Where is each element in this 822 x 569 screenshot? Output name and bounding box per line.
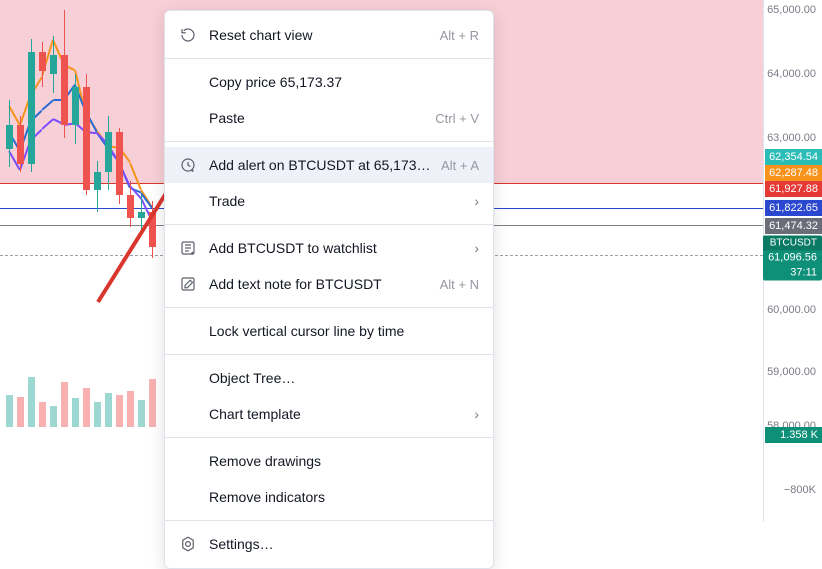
watchlist-icon — [177, 237, 199, 259]
volume-bar — [61, 382, 68, 427]
candlestick — [61, 10, 68, 138]
candlestick — [138, 195, 145, 235]
price-axis[interactable]: 65,000.00 64,000.00 63,000.00 60,000.00 59,0… — [763, 0, 822, 522]
candlestick — [72, 74, 79, 144]
menu-item-label: Lock vertical cursor line by time — [209, 323, 479, 339]
menu-item-lock-vertical-cursor-line-by-time[interactable]: Lock vertical cursor line by time — [165, 313, 493, 349]
menu-item-remove-drawings[interactable]: Remove drawings — [165, 443, 493, 479]
menu-item-label: Settings… — [209, 536, 479, 552]
symbol-badge-price: 61,096.56 — [763, 251, 822, 266]
volume-bar — [94, 402, 101, 427]
volume-bar — [116, 395, 123, 427]
menu-item-label: Remove indicators — [209, 489, 479, 505]
axis-tick: −800K — [784, 484, 816, 496]
axis-tick: 60,000.00 — [767, 304, 816, 316]
volume-bar — [39, 402, 46, 427]
reset-icon — [177, 24, 199, 46]
menu-item-shortcut: Alt + R — [440, 28, 479, 43]
alert-icon — [177, 154, 199, 176]
symbol-price-badge: BTCUSDT 61,096.56 37:11 — [702, 236, 822, 281]
price-badge: 1.358 K — [765, 427, 822, 443]
price-badge: 62,287.48 — [765, 165, 822, 181]
menu-item-paste[interactable]: Paste Ctrl + V — [165, 100, 493, 136]
menu-item-label: Add alert on BTCUSDT at 65,173.37… — [209, 157, 431, 173]
menu-item-settings[interactable]: Settings… — [165, 526, 493, 562]
symbol-badge-symbol: BTCUSDT — [763, 236, 822, 251]
candlestick — [83, 74, 90, 195]
volume-bar — [28, 377, 35, 427]
candlestick — [105, 116, 112, 190]
menu-item-label: Reset chart view — [209, 27, 430, 43]
menu-item-label: Remove drawings — [209, 453, 479, 469]
volume-bar — [127, 391, 134, 427]
menu-item-label: Add BTCUSDT to watchlist — [209, 240, 474, 256]
candlestick — [94, 161, 101, 213]
menu-item-shortcut: Ctrl + V — [435, 111, 479, 126]
menu-item-label: Object Tree… — [209, 370, 479, 386]
price-badge: 61,474.32 — [765, 218, 822, 234]
candlestick — [149, 201, 156, 258]
menu-item-trade[interactable]: Trade› — [165, 183, 493, 219]
symbol-badge-countdown: 37:11 — [763, 266, 822, 281]
candlestick — [17, 116, 24, 173]
volume-bar — [6, 395, 13, 427]
chevron-right-icon: › — [474, 193, 479, 209]
price-badge: 61,822.65 — [765, 200, 822, 216]
volume-bar — [72, 398, 79, 427]
menu-item-label: Chart template — [209, 406, 474, 422]
candlestick — [127, 181, 134, 227]
menu-item-shortcut: Alt + A — [441, 158, 479, 173]
menu-item-reset-chart-view[interactable]: Reset chart view Alt + R — [165, 17, 493, 53]
candlestick — [39, 42, 46, 87]
menu-item-chart-template[interactable]: Chart template› — [165, 396, 493, 432]
candlestick — [6, 100, 13, 167]
menu-item-add-alert-on-btcusdt-at-65-173-37[interactable]: Add alert on BTCUSDT at 65,173.37… Alt + … — [165, 147, 493, 183]
price-badge: 62,354.54 — [765, 149, 822, 165]
volume-bar — [138, 400, 145, 427]
axis-tick: 59,000.00 — [767, 366, 816, 378]
candlestick — [50, 36, 57, 94]
note-icon — [177, 273, 199, 295]
axis-tick: 65,000.00 — [767, 4, 816, 16]
price-badge: 61,927.88 — [765, 181, 822, 197]
settings-icon — [177, 533, 199, 555]
axis-tick: 64,000.00 — [767, 68, 816, 80]
menu-item-label: Paste — [209, 110, 425, 126]
chart-context-menu: Reset chart view Alt + R Copy price 65,173… — [164, 10, 494, 569]
menu-item-remove-indicators[interactable]: Remove indicators — [165, 479, 493, 515]
chevron-right-icon: › — [474, 406, 479, 422]
candlestick — [28, 39, 35, 173]
candlestick — [116, 128, 123, 203]
volume-bar — [83, 388, 90, 427]
menu-item-label: Copy price 65,173.37 — [209, 74, 479, 90]
menu-item-label: Trade — [209, 193, 474, 209]
volume-bar — [105, 393, 112, 427]
menu-item-add-btcusdt-to-watchlist[interactable]: Add BTCUSDT to watchlist› — [165, 230, 493, 266]
menu-item-shortcut: Alt + N — [440, 277, 479, 292]
menu-item-object-tree[interactable]: Object Tree… — [165, 360, 493, 396]
volume-bar — [50, 406, 57, 427]
chevron-right-icon: › — [474, 240, 479, 256]
menu-item-label: Add text note for BTCUSDT — [209, 276, 430, 292]
axis-tick: 63,000.00 — [767, 132, 816, 144]
volume-bar — [149, 379, 156, 428]
menu-item-copy-price-65-173-37[interactable]: Copy price 65,173.37 — [165, 64, 493, 100]
menu-item-add-text-note-for-btcusdt[interactable]: Add text note for BTCUSDT Alt + N — [165, 266, 493, 302]
volume-bar — [17, 397, 24, 427]
